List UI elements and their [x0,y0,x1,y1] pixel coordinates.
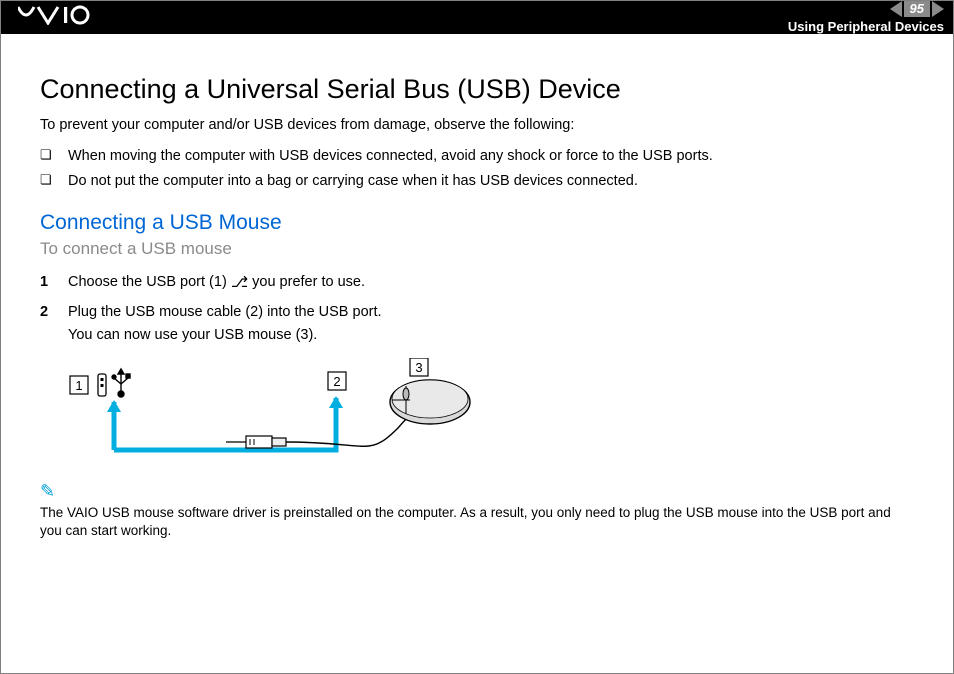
note-icon: ✎ [40,481,55,501]
prev-page-arrow-icon[interactable] [890,1,902,17]
subsection-heading: Connecting a USB Mouse [40,211,914,235]
intro-text: To prevent your computer and/or USB devi… [40,115,914,136]
warning-list: When moving the computer with USB device… [40,144,914,193]
note-text: The VAIO USB mouse software driver is pr… [40,504,914,540]
list-item: When moving the computer with USB device… [40,144,914,169]
section-title: Using Peripheral Devices [788,19,944,34]
procedure-heading: To connect a USB mouse [40,239,914,259]
note-block: ✎ The VAIO USB mouse software driver is … [40,481,914,540]
callout-3: 3 [415,360,422,375]
usb-icon: ⎇ [231,274,248,291]
header-bar: 95 Using Peripheral Devices [0,0,954,34]
list-item: Do not put the computer into a bag or ca… [40,169,914,194]
usb-mouse-diagram: 1 2 3 [68,358,914,473]
page-heading: Connecting a Universal Serial Bus (USB) … [40,74,914,105]
page-content: Connecting a Universal Serial Bus (USB) … [0,34,954,550]
step-text: you prefer to use. [248,274,365,290]
step-item: Plug the USB mouse cable (2) into the US… [40,301,914,347]
step-text: Plug the USB mouse cable (2) into the US… [68,304,382,320]
page-number: 95 [904,0,930,17]
step-text: Choose the USB port (1) [68,274,231,290]
vaio-logo [18,5,114,30]
callout-1: 1 [75,378,82,393]
callout-2: 2 [333,374,340,389]
step-item: Choose the USB port (1) ⎇ you prefer to … [40,271,914,295]
steps-list: Choose the USB port (1) ⎇ you prefer to … [40,271,914,347]
next-page-arrow-icon[interactable] [932,1,944,17]
step-text: You can now use your USB mouse (3). [68,327,317,343]
